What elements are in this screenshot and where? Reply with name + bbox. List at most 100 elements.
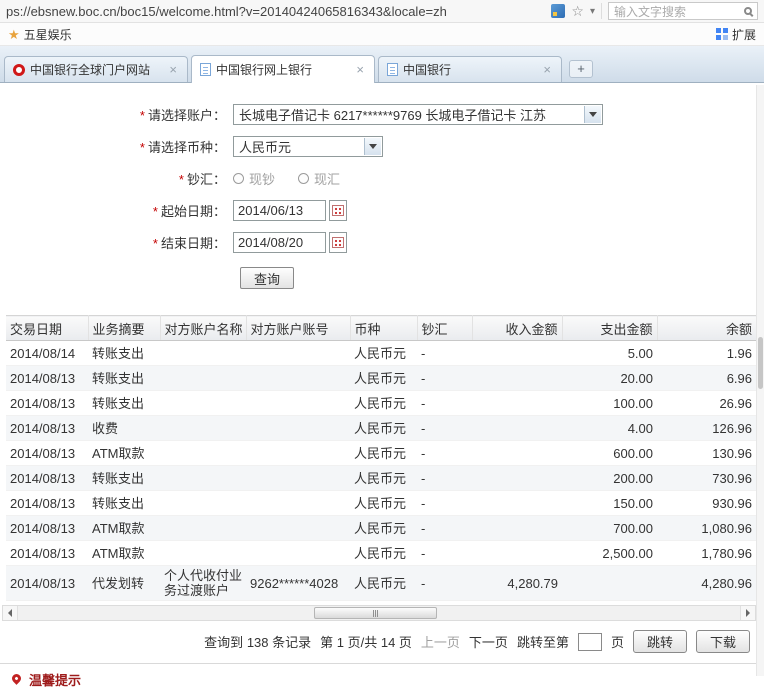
tab-label: 中国银行网上银行 (216, 61, 349, 78)
table-cell: - (417, 366, 472, 391)
table-cell: 2014/08/14 (6, 341, 88, 366)
horizontal-scrollbar[interactable] (2, 605, 756, 621)
table-cell (160, 366, 246, 391)
table-cell: 5.00 (562, 341, 657, 366)
table-cell: - (417, 391, 472, 416)
dropdown-arrow-icon[interactable] (364, 138, 381, 155)
end-date-calendar-button[interactable] (329, 232, 347, 253)
jump-button[interactable]: 跳转 (633, 630, 687, 653)
table-cell (160, 416, 246, 441)
end-date-row: *结束日期： 2014/08/20 (0, 231, 764, 253)
table-cell: 人民币元 (350, 566, 417, 601)
jump-page-input[interactable] (578, 633, 602, 651)
bookmark-star-icon[interactable]: ☆ (571, 4, 584, 18)
jump-prefix: 跳转至第 (517, 632, 569, 651)
next-page-link[interactable]: 下一页 (469, 632, 508, 651)
table-cell (160, 441, 246, 466)
address-bar-divider (601, 3, 602, 19)
vertical-scrollbar[interactable] (756, 85, 764, 676)
table-cell: 26.96 (657, 391, 756, 416)
table-cell (246, 441, 350, 466)
table-cell (246, 366, 350, 391)
required-mark: * (153, 236, 158, 251)
tab-strip: 中国银行全球门户网站 × 中国银行网上银行 × 中国银行 × + (0, 46, 764, 83)
account-select-value: 长城电子借记卡 6217******9769 长城电子借记卡 江苏 (239, 105, 546, 124)
tab-boc-ebank[interactable]: 中国银行网上银行 × (191, 55, 375, 83)
table-cell: 4,280.79 (472, 566, 562, 601)
table-cell (160, 491, 246, 516)
start-date-value: 2014/06/13 (238, 203, 303, 218)
download-button[interactable]: 下载 (696, 630, 750, 653)
account-select[interactable]: 长城电子借记卡 6217******9769 长城电子借记卡 江苏 (233, 104, 603, 125)
table-body: 2014/08/14转账支出人民币元-5.001.962014/08/13转账支… (6, 341, 756, 601)
table-cell: 个人代收付业务过渡账户 (160, 566, 246, 601)
search-input[interactable]: 输入文字搜索 (608, 2, 758, 20)
start-date-row: *起始日期： 2014/06/13 (0, 199, 764, 221)
table-cell: 2014/08/13 (6, 416, 88, 441)
table-cell: ATM取款 (88, 441, 160, 466)
required-mark: * (153, 204, 158, 219)
tab-close-icon[interactable]: × (167, 62, 179, 77)
table-cell: 人民币元 (350, 466, 417, 491)
radio-cash-label: 现钞 (249, 169, 275, 188)
prev-page-link[interactable]: 上一页 (421, 632, 460, 651)
scrollbar-track[interactable] (18, 606, 740, 620)
url-dropdown-caret-icon[interactable]: ▾ (590, 6, 595, 17)
tab-close-icon[interactable]: × (541, 62, 553, 77)
table-cell: 2014/08/13 (6, 391, 88, 416)
column-header: 交易日期 (6, 316, 88, 341)
start-date-input[interactable]: 2014/06/13 (233, 200, 326, 221)
query-button[interactable]: 查询 (240, 267, 294, 289)
table-cell: 150.00 (562, 491, 657, 516)
table-cell: 转账支出 (88, 466, 160, 491)
table-cell: 930.96 (657, 491, 756, 516)
scroll-left-arrow[interactable] (3, 606, 18, 620)
extensions-button[interactable]: 扩展 (716, 26, 756, 43)
jump-suffix: 页 (611, 632, 624, 651)
table-cell (246, 416, 350, 441)
bookmark-item-favorite[interactable]: ★ 五星娱乐 (8, 26, 72, 43)
start-date-calendar-button[interactable] (329, 200, 347, 221)
end-date-value: 2014/08/20 (238, 235, 303, 250)
new-tab-button[interactable]: + (569, 60, 593, 78)
search-icon[interactable] (744, 7, 752, 15)
table-cell (472, 391, 562, 416)
table-row: 2014/08/13收费人民币元-4.00126.96 (6, 416, 756, 441)
tab-boc[interactable]: 中国银行 × (378, 56, 562, 82)
cash-remit-label: *钞汇： (0, 169, 233, 188)
currency-select[interactable]: 人民币元 (233, 136, 383, 157)
table-cell (160, 516, 246, 541)
tab-label: 中国银行全球门户网站 (30, 61, 162, 78)
extension-icon[interactable] (551, 4, 565, 18)
page-info: 第 1 页/共 14 页 (320, 632, 412, 651)
scroll-right-arrow[interactable] (740, 606, 755, 620)
table-cell (472, 516, 562, 541)
extensions-label: 扩展 (732, 26, 756, 43)
table-cell: 人民币元 (350, 516, 417, 541)
bookmarks-bar: ★ 五星娱乐 扩展 (0, 23, 764, 46)
table-cell: - (417, 441, 472, 466)
radio-remit[interactable] (298, 173, 309, 184)
radio-cash[interactable] (233, 173, 244, 184)
table-cell: 2014/08/13 (6, 516, 88, 541)
table-row: 2014/08/13转账支出人民币元-100.0026.96 (6, 391, 756, 416)
transactions-table: 交易日期业务摘要对方账户名称对方账户账号币种钞汇收入金额支出金额余额 2014/… (6, 315, 756, 601)
end-date-input[interactable]: 2014/08/20 (233, 232, 326, 253)
tab-boc-portal[interactable]: 中国银行全球门户网站 × (4, 56, 188, 82)
tab-close-icon[interactable]: × (354, 62, 366, 77)
url-text[interactable]: ps://ebsnew.boc.cn/boc15/welcome.html?v=… (6, 4, 545, 19)
table-cell: - (417, 541, 472, 566)
required-mark: * (179, 172, 184, 187)
dropdown-arrow-icon[interactable] (584, 106, 601, 123)
table-row: 2014/08/13转账支出人民币元-150.00930.96 (6, 491, 756, 516)
page-content: *请选择账户： 长城电子借记卡 6217******9769 长城电子借记卡 江… (0, 83, 764, 695)
table-cell (472, 416, 562, 441)
table-cell: - (417, 566, 472, 601)
table-cell: 人民币元 (350, 491, 417, 516)
extensions-grid-icon (716, 28, 728, 40)
vertical-scrollbar-thumb[interactable] (758, 337, 763, 389)
scrollbar-thumb[interactable] (314, 607, 437, 619)
column-header: 余额 (657, 316, 756, 341)
calendar-icon (332, 237, 344, 248)
table-cell: 1.96 (657, 341, 756, 366)
